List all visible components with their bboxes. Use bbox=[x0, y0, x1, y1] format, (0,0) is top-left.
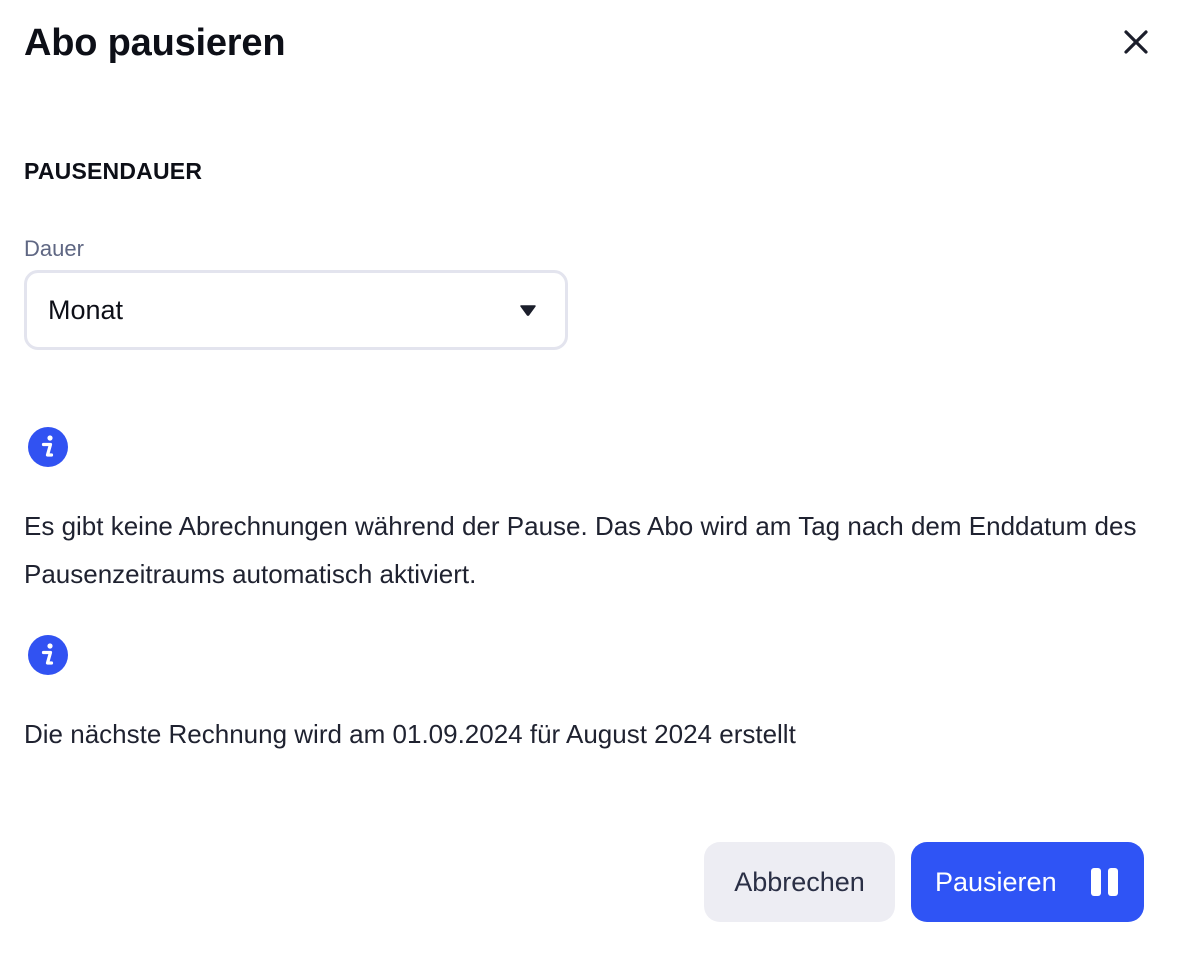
section-heading: PAUSENDAUER bbox=[24, 158, 203, 184]
close-icon bbox=[1124, 30, 1148, 54]
pause-button[interactable]: Pausieren bbox=[911, 842, 1144, 922]
duration-select-value: Monat bbox=[48, 294, 124, 325]
billing-info-text: Es gibt keine Abrechnungen während der P… bbox=[24, 511, 1137, 589]
duration-label: Dauer bbox=[24, 236, 84, 261]
duration-select[interactable]: Monat bbox=[24, 270, 568, 350]
pause-icon bbox=[1091, 868, 1118, 896]
cancel-button[interactable]: Abbrechen bbox=[704, 842, 895, 922]
cancel-button-label: Abbrechen bbox=[734, 866, 865, 897]
caret-down-icon bbox=[519, 303, 537, 317]
dialog-title: Abo pausieren bbox=[24, 22, 286, 64]
close-button[interactable] bbox=[1116, 22, 1156, 62]
pause-button-label: Pausieren bbox=[935, 866, 1057, 897]
next-invoice-info-text: Die nächste Rechnung wird am 01.09.2024 … bbox=[24, 719, 796, 749]
info-icon bbox=[28, 427, 68, 467]
info-icon bbox=[28, 635, 68, 675]
pause-subscription-dialog: Abo pausieren PAUSENDAUER Dauer Monat Es… bbox=[0, 0, 1192, 956]
